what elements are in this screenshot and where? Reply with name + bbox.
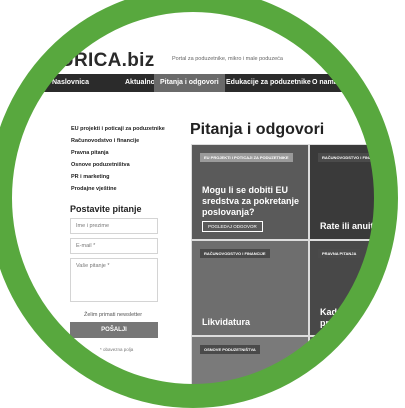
submit-button[interactable]: POŠALJI bbox=[70, 322, 158, 338]
tile-category-tag[interactable]: RAČUNOVODSTVO I FINANCIJE bbox=[200, 249, 270, 258]
site-tagline: Portal za poduzetnike, mikro i male podu… bbox=[172, 56, 283, 62]
question-tile-osnove-2[interactable]: OSNOVE PODUZETNIŠTVA bbox=[309, 336, 376, 388]
name-field[interactable]: Ime i prezime bbox=[70, 218, 158, 234]
sidebar-link-pr-marketing[interactable]: PR i marketing bbox=[71, 174, 110, 180]
nav-item-pitanja-i-odgovori[interactable]: Pitanja i odgovori bbox=[154, 74, 225, 92]
website-page: URICA.biz Portal za poduzetnike, mikro i… bbox=[10, 10, 376, 388]
nav-item-naslovnica[interactable]: Naslovnica bbox=[52, 74, 89, 92]
question-tile-rate-anuiteti[interactable]: RAČUNOVODSTVO I FINANCIJE Rate ili anuit… bbox=[309, 144, 376, 240]
question-tile-likvidatura[interactable]: RAČUNOVODSTVO I FINANCIJE Likvidatura bbox=[191, 240, 309, 336]
view-answer-button[interactable]: POGLEDAJ ODGOVOR bbox=[202, 221, 263, 232]
tile-category-tag[interactable]: OSNOVE PODUZETNIŠTVA bbox=[318, 345, 376, 354]
logo-text-left: URICA bbox=[60, 50, 122, 71]
question-tile-otpremnina[interactable]: PRAVNA PITANJA Kad radnik ima pravo na o… bbox=[309, 240, 376, 336]
tile-title[interactable]: Mogu li se dobiti EU sredstva za pokreta… bbox=[202, 185, 302, 218]
tile-category-tag[interactable]: OSNOVE PODUZETNIŠTVA bbox=[200, 345, 260, 354]
screenshot-stage: URICA.biz Portal za poduzetnike, mikro i… bbox=[0, 0, 405, 408]
sidebar-link-pravna-pitanja[interactable]: Pravna pitanja bbox=[71, 150, 109, 156]
circular-viewport: URICA.biz Portal za poduzetnike, mikro i… bbox=[10, 10, 376, 388]
nav-item-aktualno[interactable]: Aktualno bbox=[125, 74, 155, 92]
required-fields-note: * obavezna polja bbox=[100, 347, 134, 352]
tile-title[interactable]: Rate ili anuiteti bbox=[320, 221, 376, 232]
sidebar-link-eu-projekti[interactable]: EU projekti i poticaji za poduzetnike bbox=[71, 126, 165, 132]
main-nav: Naslovnica Aktualno Pitanja i odgovori E… bbox=[40, 74, 376, 92]
site-logo[interactable]: URICA.biz bbox=[60, 50, 155, 72]
question-textarea[interactable]: Vaše pitanje * bbox=[70, 258, 158, 302]
logo-text-right: .biz bbox=[121, 50, 155, 71]
question-tile-eu-sredstva[interactable]: EU PROJEKTI I POTICAJI ZA PODUZETNIKE Mo… bbox=[191, 144, 309, 240]
tile-title[interactable]: Likvidatura bbox=[202, 317, 302, 328]
email-field[interactable]: E-mail * bbox=[70, 238, 158, 254]
page-title: Pitanja i odgovori bbox=[190, 121, 325, 138]
question-form-title: Postavite pitanje bbox=[70, 204, 142, 214]
tile-category-tag[interactable]: RAČUNOVODSTVO I FINANCIJE bbox=[318, 153, 376, 162]
sidebar-link-osnove-poduzetnistva[interactable]: Osnove poduzetništva bbox=[71, 162, 130, 168]
sidebar-link-prodajne-vjestine[interactable]: Prodajne vještine bbox=[71, 186, 117, 192]
tile-category-tag[interactable]: PRAVNA PITANJA bbox=[318, 249, 361, 258]
tile-category-tag[interactable]: EU PROJEKTI I POTICAJI ZA PODUZETNIKE bbox=[200, 153, 293, 162]
tile-title[interactable]: Kad radnik ima pravo na otpremninu? bbox=[320, 307, 376, 335]
sidebar-link-racunovodstvo[interactable]: Računovodstvo i financije bbox=[71, 138, 139, 144]
question-tile-osnove-1[interactable]: OSNOVE PODUZETNIŠTVA bbox=[191, 336, 309, 388]
nav-item-o-nama[interactable]: O nama bbox=[312, 74, 338, 92]
nav-item-edukacije[interactable]: Edukacije za poduzetnike bbox=[226, 74, 311, 92]
newsletter-checkbox-label[interactable]: Želim primati newsletter bbox=[84, 312, 142, 318]
